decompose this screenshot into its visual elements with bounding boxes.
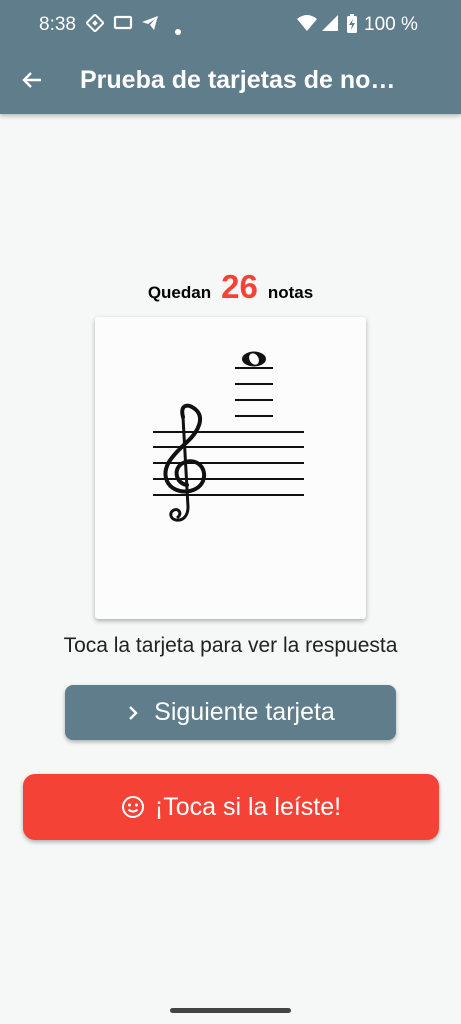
telegram-icon xyxy=(141,14,159,38)
whole-note xyxy=(242,351,266,367)
hint-text: Toca la tarjeta para ver la respuesta xyxy=(63,634,398,657)
music-staff xyxy=(153,351,304,522)
gesture-nav-handle[interactable] xyxy=(170,1008,291,1013)
counter-prefix: Quedan xyxy=(147,283,212,302)
remaining-counter: Quedan 26 notas xyxy=(0,268,461,306)
mark-read-label: ¡Toca si la leíste! xyxy=(154,792,342,821)
battery-icon xyxy=(346,14,358,40)
notification-dot-icon xyxy=(174,20,182,42)
flashcard[interactable] xyxy=(95,317,366,619)
status-time: 8:38 xyxy=(39,14,76,35)
sim-icon xyxy=(85,13,105,38)
wifi-icon xyxy=(296,14,318,38)
counter-value: 26 xyxy=(221,268,258,305)
app-bar: 8:38 100 % Prueba de tarjetas de no… xyxy=(0,0,461,114)
next-card-button[interactable]: Siguiente tarjeta xyxy=(65,685,396,740)
smiley-icon xyxy=(121,796,144,818)
status-bar: 8:38 100 % xyxy=(0,0,461,52)
screen-cast-icon xyxy=(113,14,133,38)
chevron-right-icon xyxy=(129,705,138,720)
signal-icon xyxy=(321,14,339,38)
page-title: Prueba de tarjetas de no… xyxy=(80,66,396,94)
next-card-label: Siguiente tarjeta xyxy=(154,698,335,726)
counter-suffix: notas xyxy=(267,283,314,302)
back-button[interactable] xyxy=(18,66,46,94)
arrow-left-icon xyxy=(22,72,41,88)
battery-percent: 100 % xyxy=(364,14,418,35)
mark-read-button[interactable]: ¡Toca si la leíste! xyxy=(23,774,439,840)
